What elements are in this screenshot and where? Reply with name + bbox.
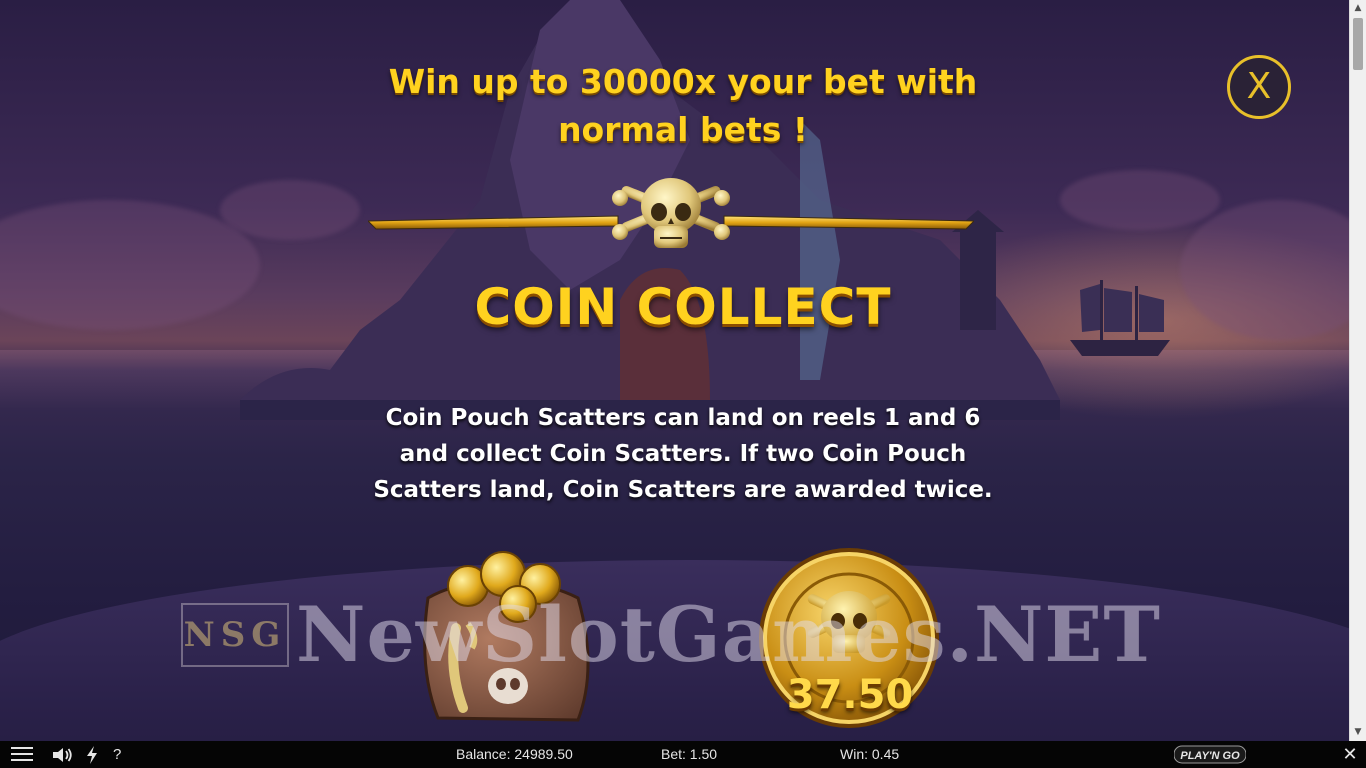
scroll-up-arrow[interactable]: ▲ [1350,0,1366,17]
close-paytable-button[interactable]: X [1227,55,1291,119]
description-line: and collect Coin Scatters. If two Coin P… [399,441,967,467]
help-button[interactable]: ? [113,741,121,768]
speaker-icon[interactable] [52,747,74,763]
feature-title: COIN COLLECT [474,278,892,336]
headline-line-2: normal bets ! [558,110,808,149]
game-status-bar: ? Balance: 24989.50 Bet: 1.50 Win: 0.45 … [0,741,1366,768]
page-scrollbar[interactable]: ▲ ▼ [1349,0,1366,741]
scroll-down-arrow[interactable]: ▼ [1350,724,1366,741]
close-icon: X [1246,66,1272,107]
bet-display: Bet: 1.50 [661,746,718,762]
balance-display: Balance: 24989.50 [456,746,573,762]
headline-line-1: Win up to 30000x your bet with [388,62,978,101]
feature-description: Coin Pouch Scatters can land on reels 1 … [340,400,1026,508]
pirate-ship [1070,280,1170,356]
close-game-button[interactable]: ✕ [1340,741,1360,768]
skull-crossbones-divider [368,178,974,248]
brand-text: PLAY'N GO [1180,750,1240,762]
win-display: Win: 0.45 [840,746,900,762]
description-line: Coin Pouch Scatters can land on reels 1 … [385,405,981,431]
scroll-thumb[interactable] [1353,18,1363,70]
lightning-icon[interactable] [86,746,98,764]
watermark-badge: NSG [181,603,289,667]
description-line: Scatters land, Coin Scatters are awarded… [373,477,993,503]
max-win-headline: Win up to 30000x your bet with normal be… [360,58,1006,154]
cloud [1060,170,1220,230]
watermark-text: NewSlotGames.NET [296,590,1161,679]
menu-icon[interactable] [11,747,33,762]
watermark-badge-text: NSG [183,615,287,655]
playngo-logo: PLAY'N GO [1174,745,1246,764]
skull-crossbones-icon [612,178,730,248]
cloud [1180,200,1366,340]
